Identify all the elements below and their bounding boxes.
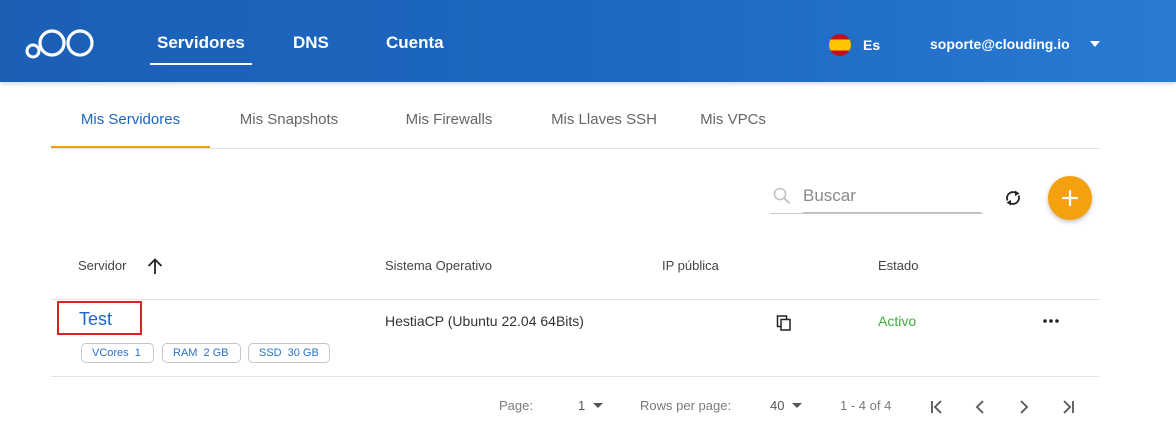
ram-chip: RAM 2 GB	[162, 343, 241, 363]
rows-per-page-label: Rows per page:	[640, 398, 732, 413]
arrow-up-sort-icon[interactable]	[145, 256, 165, 276]
more-horizontal-icon[interactable]	[1041, 313, 1061, 329]
section-tabs: Mis Servidores Mis Snapshots Mis Firewal…	[51, 94, 1099, 149]
column-header-sistema-operativo[interactable]: Sistema Operativo	[385, 258, 492, 274]
tab-mis-vpcs[interactable]: Mis VPCs	[689, 94, 777, 146]
tab-mis-servidores[interactable]: Mis Servidores	[51, 94, 210, 148]
row-divider	[51, 376, 1099, 377]
vcores-chip: VCores 1	[81, 343, 154, 363]
search-icon	[773, 187, 790, 204]
language-selector[interactable]: Es	[863, 34, 880, 56]
column-header-estado[interactable]: Estado	[878, 258, 918, 274]
page-label: Page:	[499, 398, 533, 413]
clouding-logo-icon[interactable]	[24, 26, 96, 60]
rows-per-page-select[interactable]: 40	[770, 398, 803, 414]
header-divider	[51, 299, 1099, 300]
tab-mis-snapshots[interactable]: Mis Snapshots	[224, 94, 354, 146]
previous-page-icon[interactable]	[970, 397, 990, 417]
top-bar: Servidores DNS Cuenta Es soporte@cloudin…	[0, 0, 1176, 82]
spain-flag-icon[interactable]	[829, 34, 851, 56]
plus-icon	[1061, 189, 1079, 207]
server-name-link[interactable]: Test	[79, 308, 112, 330]
page-select[interactable]: 1	[578, 398, 604, 414]
add-server-button[interactable]	[1048, 176, 1092, 220]
nav-cuenta[interactable]: Cuenta	[386, 30, 444, 56]
account-menu[interactable]: soporte@clouding.io	[930, 33, 1070, 55]
status-badge: Activo	[878, 313, 917, 329]
nav-servidores[interactable]: Servidores	[150, 30, 252, 65]
tab-mis-firewalls[interactable]: Mis Firewalls	[384, 94, 514, 146]
tab-mis-llaves-ssh[interactable]: Mis Llaves SSH	[531, 94, 677, 146]
nav-dns[interactable]: DNS	[293, 30, 329, 56]
last-page-icon[interactable]	[1058, 397, 1078, 417]
caret-down-icon	[593, 403, 604, 408]
server-name-highlight-box: Test	[57, 301, 142, 335]
column-header-ip-publica[interactable]: IP pública	[662, 258, 719, 274]
first-page-icon[interactable]	[927, 397, 947, 417]
column-header-servidor[interactable]: Servidor	[78, 258, 126, 274]
next-page-icon[interactable]	[1014, 397, 1034, 417]
pagination-range: 1 - 4 of 4	[840, 398, 892, 413]
caret-down-icon	[792, 403, 803, 408]
ssd-chip: SSD 30 GB	[248, 343, 330, 363]
copy-icon[interactable]	[776, 315, 792, 331]
server-os: HestiaCP (Ubuntu 22.04 64Bits)	[385, 313, 584, 329]
search-underline	[770, 213, 983, 214]
refresh-icon[interactable]	[1001, 186, 1025, 210]
chevron-down-icon[interactable]	[1090, 41, 1100, 47]
search-input[interactable]	[803, 180, 981, 213]
